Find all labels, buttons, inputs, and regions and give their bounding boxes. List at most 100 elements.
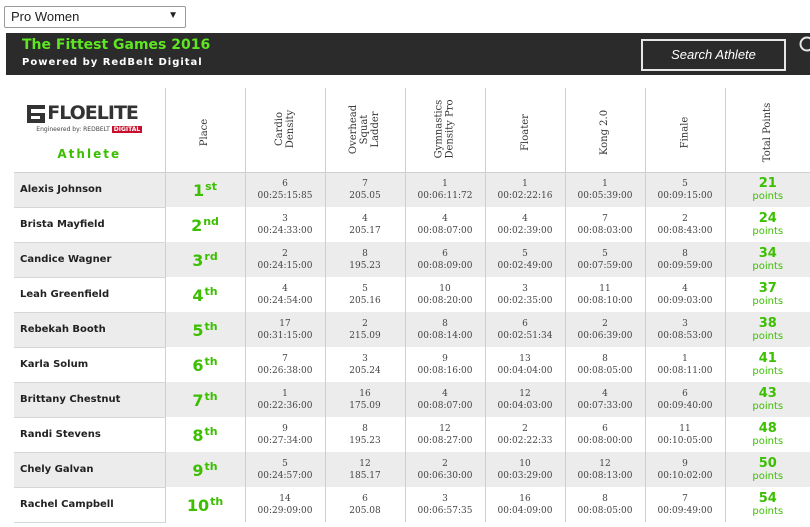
place-column-header[interactable]: Place: [165, 88, 246, 173]
logo-wordmark: FLOELITE: [47, 101, 139, 124]
event-rank: 8: [362, 248, 368, 259]
event-rank: 5: [362, 283, 368, 294]
event-result-cell: 4 00:09:03:00: [645, 277, 726, 312]
table-row[interactable]: Chely Galvan 9th 5 00:24:57:00 12 185.17 2 00:0…: [14, 452, 810, 488]
place-suffix: th: [204, 389, 218, 403]
event-score: 00:08:00:00: [577, 435, 633, 446]
event-score: 205.05: [349, 190, 381, 201]
table-row[interactable]: Randi Stevens 8th 9 00:27:34:00 8 195.23 12 00:…: [14, 417, 810, 453]
event-result-cell: 4 00:08:07:00: [405, 382, 486, 417]
event-score: 185.17: [349, 470, 381, 481]
total-points-value: 48: [758, 420, 777, 436]
place-cell: 8th: [165, 417, 246, 452]
place-number: 9: [192, 460, 204, 480]
athlete-name[interactable]: Rebekah Booth: [14, 312, 166, 348]
event-rank: 8: [602, 493, 608, 504]
event-rank: 10: [519, 458, 531, 469]
athlete-name[interactable]: Alexis Johnson: [14, 172, 166, 208]
points-label: points: [752, 330, 784, 342]
event-rank: 2: [282, 248, 288, 259]
points-label: points: [752, 295, 784, 307]
event-score: 00:08:11:00: [657, 365, 713, 376]
event-score: 00:09:40:00: [657, 400, 713, 411]
event-result-cell: 2 00:02:22:33: [485, 417, 566, 452]
total-points-column-header[interactable]: Total Points: [725, 88, 810, 173]
event-rank: 3: [682, 318, 688, 329]
event-rank: 6: [522, 318, 528, 329]
event-header-label: Gymnastics Density Pro: [434, 99, 456, 159]
event-rank: 4: [522, 213, 528, 224]
event-result-cell: 8 00:08:05:00: [565, 347, 646, 382]
place-number: 3: [192, 250, 204, 270]
total-points-value: 21: [758, 175, 777, 191]
table-row[interactable]: Rachel Campbell 10th 14 00:29:09:00 6 205.08 3…: [14, 487, 810, 523]
event-column-header[interactable]: Floater: [485, 88, 566, 173]
athlete-name[interactable]: Brista Mayfield: [14, 207, 166, 243]
event-result-cell: 4 205.17: [325, 207, 406, 242]
athlete-name[interactable]: Brittany Chestnut: [14, 382, 166, 418]
event-result-cell: 5 00:07:59:00: [565, 242, 646, 277]
event-score: 00:09:59:00: [657, 260, 713, 271]
event-score: 205.08: [349, 505, 381, 516]
event-score: 00:02:51:34: [497, 330, 553, 341]
table-row[interactable]: Brittany Chestnut 7th 1 00:22:36:00 16 175.09…: [14, 382, 810, 418]
event-result-cell: 6 00:08:00:00: [565, 417, 646, 452]
event-rank: 3: [522, 283, 528, 294]
athlete-name[interactable]: Candice Wagner: [14, 242, 166, 278]
event-header-label: Cardio Density: [274, 110, 296, 149]
athlete-name[interactable]: Randi Stevens: [14, 417, 166, 453]
event-result-cell: 2 00:06:30:00: [405, 452, 486, 487]
table-row[interactable]: Rebekah Booth 5th 17 00:31:15:00 2 215.09 8 00:…: [14, 312, 810, 348]
event-result-cell: 5 205.16: [325, 277, 406, 312]
event-column-header[interactable]: Kong 2.0: [565, 88, 646, 173]
event-column-header[interactable]: Overhead Squat Ladder: [325, 88, 406, 173]
event-rank: 8: [602, 353, 608, 364]
event-score: 00:08:07:00: [417, 400, 473, 411]
event-result-cell: 2 00:06:39:00: [565, 312, 646, 347]
event-score: 00:24:54:00: [257, 295, 313, 306]
total-points-value: 38: [758, 315, 777, 331]
table-row[interactable]: Karla Solum 6th 7 00:26:38:00 3 205.24 9 00:08:…: [14, 347, 810, 383]
event-score: 00:09:03:00: [657, 295, 713, 306]
event-column-header[interactable]: Gymnastics Density Pro: [405, 88, 486, 173]
athlete-name[interactable]: Chely Galvan: [14, 452, 166, 488]
event-rank: 5: [282, 458, 288, 469]
event-rank: 4: [682, 283, 688, 294]
logo-tag-digital: DIGITAL: [111, 125, 143, 133]
place-suffix: th: [204, 354, 218, 368]
event-rank: 5: [682, 178, 688, 189]
event-result-cell: 10 00:03:29:00: [485, 452, 566, 487]
event-score: 195.23: [349, 435, 381, 446]
table-row[interactable]: Brista Mayfield 2nd 3 00:24:33:00 4 205.17 4 00…: [14, 207, 810, 243]
logo-tagline: Engineered by: REDBELT DIGITAL: [27, 125, 151, 133]
division-select-value: Pro Women: [11, 9, 80, 24]
event-column-header[interactable]: Finale: [645, 88, 726, 173]
table-row[interactable]: Leah Greenfield 4th 4 00:24:54:00 5 205.16 10 0…: [14, 277, 810, 313]
event-result-cell: 9 00:08:16:00: [405, 347, 486, 382]
athlete-name[interactable]: Rachel Campbell: [14, 487, 166, 523]
total-points-value: 34: [758, 245, 777, 261]
athlete-name[interactable]: Karla Solum: [14, 347, 166, 383]
event-rank: 9: [682, 458, 688, 469]
place-number: 2: [191, 215, 203, 235]
event-result-cell: 6 00:02:51:34: [485, 312, 566, 347]
event-score: 00:22:36:00: [257, 400, 313, 411]
search-athlete-button[interactable]: Search Athlete: [641, 39, 786, 71]
place-number: 6: [192, 355, 204, 375]
event-score: 205.16: [349, 295, 381, 306]
table-row[interactable]: Alexis Johnson 1st 6 00:25:15:85 7 205.05 1 00:…: [14, 172, 810, 208]
event-rank: 16: [359, 388, 371, 399]
points-label: points: [752, 225, 784, 237]
athlete-name[interactable]: Leah Greenfield: [14, 277, 166, 313]
event-result-cell: 7 00:08:03:00: [565, 207, 646, 242]
search-icon[interactable]: [798, 35, 810, 55]
event-score: 00:06:57:35: [417, 505, 473, 516]
table-row[interactable]: Candice Wagner 3rd 2 00:24:15:00 8 195.23 6 00:…: [14, 242, 810, 278]
event-column-header[interactable]: Cardio Density: [245, 88, 326, 173]
division-select[interactable]: Pro Women ▼: [4, 6, 186, 28]
event-result-cell: 13 00:04:04:00: [485, 347, 566, 382]
event-rank: 13: [519, 353, 531, 364]
points-label: points: [752, 400, 784, 412]
event-score: 00:07:33:00: [577, 400, 633, 411]
total-points-value: 43: [758, 385, 777, 401]
